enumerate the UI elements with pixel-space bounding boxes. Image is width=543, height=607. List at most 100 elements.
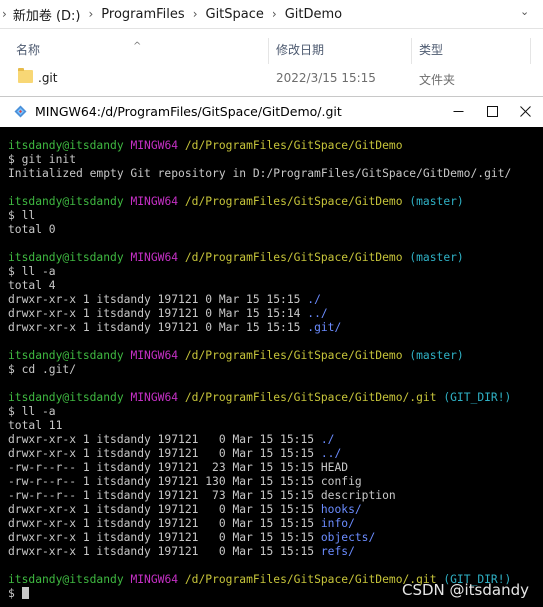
terminal-line: drwxr-xr-x 1 itsdandy 197121 0 Mar 15 15… xyxy=(8,531,543,545)
terminal-user-text: itsdandy@itsdandy xyxy=(8,573,124,586)
terminal-host-text: MINGW64 xyxy=(130,573,179,586)
terminal-user-text: itsdandy@itsdandy xyxy=(8,139,124,152)
address-bar[interactable]: › 新加卷 (D:) › ProgramFiles › GitSpace › G… xyxy=(0,0,543,29)
terminal-text: total 11 xyxy=(8,419,63,432)
terminal-line: drwxr-xr-x 1 itsdandy 197121 0 Mar 15 15… xyxy=(8,293,543,307)
terminal-text: drwxr-xr-x 1 itsdandy 197121 0 Mar 15 15… xyxy=(8,293,308,306)
terminal-path-text: /d/ProgramFiles/GitSpace/GitDemo/.git xyxy=(184,391,437,404)
terminal-text: drwxr-xr-x 1 itsdandy 197121 0 Mar 15 15… xyxy=(8,531,321,544)
terminal-text: $ ll -a xyxy=(8,405,56,418)
terminal-text: $ git init xyxy=(8,153,77,166)
terminal-host-text: MINGW64 xyxy=(130,139,179,152)
breadcrumb-gitdemo[interactable]: GitDemo xyxy=(285,7,342,22)
terminal-text: drwxr-xr-x 1 itsdandy 197121 0 Mar 15 15… xyxy=(8,307,308,320)
terminal-cursor xyxy=(21,587,29,599)
terminal-line: itsdandy@itsdandy MINGW64 /d/ProgramFile… xyxy=(8,195,543,209)
terminal-text: -rw-r--r-- 1 itsdandy 197121 73 Mar 15 1… xyxy=(8,489,396,502)
close-icon[interactable] xyxy=(514,101,536,121)
terminal-dir-text: ../ xyxy=(320,447,342,460)
mingw-logo-icon[interactable] xyxy=(14,105,27,118)
column-divider[interactable] xyxy=(268,38,269,64)
terminal-text: drwxr-xr-x 1 itsdandy 197121 0 Mar 15 15… xyxy=(8,433,321,446)
terminal-line: $ cd .git/ xyxy=(8,363,543,377)
chevron-right-icon[interactable]: › xyxy=(2,7,7,21)
terminal-host-text: MINGW64 xyxy=(130,251,179,264)
column-header-type[interactable]: 类型 xyxy=(419,41,443,58)
column-divider[interactable] xyxy=(530,38,531,64)
column-divider[interactable] xyxy=(411,38,412,64)
terminal-line: -rw-r--r-- 1 itsdandy 197121 73 Mar 15 1… xyxy=(8,489,543,503)
terminal-line: itsdandy@itsdandy MINGW64 /d/ProgramFile… xyxy=(8,349,543,363)
minimize-icon[interactable] xyxy=(447,101,469,121)
terminal-line: drwxr-xr-x 1 itsdandy 197121 0 Mar 15 15… xyxy=(8,545,543,559)
terminal-line: drwxr-xr-x 1 itsdandy 197121 0 Mar 15 15… xyxy=(8,433,543,447)
terminal-path-text: /d/ProgramFiles/GitSpace/GitDemo xyxy=(184,195,403,208)
terminal-branch-text: (master) xyxy=(409,349,464,362)
terminal-line: itsdandy@itsdandy MINGW64 /d/ProgramFile… xyxy=(8,251,543,265)
chevron-right-icon[interactable]: › xyxy=(88,7,93,21)
file-type: 文件夹 xyxy=(419,73,456,87)
terminal-line: drwxr-xr-x 1 itsdandy 197121 0 Mar 15 15… xyxy=(8,307,543,321)
chevron-right-icon[interactable]: › xyxy=(272,7,277,21)
terminal-line: $ ll xyxy=(8,209,543,223)
terminal-text: drwxr-xr-x 1 itsdandy 197121 0 Mar 15 15… xyxy=(8,321,308,334)
terminal-text: -rw-r--r-- 1 itsdandy 197121 130 Mar 15 … xyxy=(8,475,362,488)
breadcrumb-gitspace[interactable]: GitSpace xyxy=(206,7,264,22)
maximize-icon[interactable] xyxy=(481,101,503,121)
terminal-line: $ ll -a xyxy=(8,405,543,419)
chevron-right-icon[interactable]: › xyxy=(193,7,198,21)
terminal-branch-text: (master) xyxy=(409,251,464,264)
terminal-line: drwxr-xr-x 1 itsdandy 197121 0 Mar 15 15… xyxy=(8,321,543,335)
terminal-user-text: itsdandy@itsdandy xyxy=(8,195,124,208)
terminal-line: itsdandy@itsdandy MINGW64 /d/ProgramFile… xyxy=(8,391,543,405)
terminal-host-text: MINGW64 xyxy=(130,349,179,362)
watermark: CSDN @itsdandy xyxy=(401,581,529,599)
column-header-name[interactable]: 名称 xyxy=(16,41,40,58)
breadcrumb-drive[interactable]: 新加卷 (D:) xyxy=(13,5,81,24)
file-row[interactable]: .git 2022/3/15 15:15 文件夹 xyxy=(0,68,543,90)
folder-icon xyxy=(18,68,33,83)
terminal-text: total 0 xyxy=(8,223,56,236)
terminal-dir-text: hooks/ xyxy=(320,503,362,516)
terminal-user-text: itsdandy@itsdandy xyxy=(8,251,124,264)
terminal-host-text: MINGW64 xyxy=(130,391,179,404)
terminal-text: $ ll -a xyxy=(8,265,56,278)
terminal-text: drwxr-xr-x 1 itsdandy 197121 0 Mar 15 15… xyxy=(8,517,321,530)
terminal-lines: itsdandy@itsdandy MINGW64 /d/ProgramFile… xyxy=(8,139,543,601)
terminal-line: $ ll -a xyxy=(8,265,543,279)
terminal-dir-text: ./ xyxy=(320,433,335,446)
terminal-path-text: /d/ProgramFiles/GitSpace/GitDemo xyxy=(184,251,403,264)
terminal-user-text: itsdandy@itsdandy xyxy=(8,349,124,362)
terminal-text: drwxr-xr-x 1 itsdandy 197121 0 Mar 15 15… xyxy=(8,545,321,558)
terminal-line: total 0 xyxy=(8,223,543,237)
sort-ascending-icon: ^ xyxy=(133,41,142,52)
terminal-line: drwxr-xr-x 1 itsdandy 197121 0 Mar 15 15… xyxy=(8,517,543,531)
chevron-down-icon[interactable]: ⌄ xyxy=(520,5,529,18)
terminal-path-text: /d/ProgramFiles/GitSpace/GitDemo xyxy=(184,349,403,362)
file-name: .git xyxy=(38,71,58,85)
terminal-output[interactable]: itsdandy@itsdandy MINGW64 /d/ProgramFile… xyxy=(0,127,543,607)
terminal-line: drwxr-xr-x 1 itsdandy 197121 0 Mar 15 15… xyxy=(8,447,543,461)
column-header-modified[interactable]: 修改日期 xyxy=(276,41,324,58)
terminal-branch-text: (master) xyxy=(409,195,464,208)
terminal-text: -rw-r--r-- 1 itsdandy 197121 23 Mar 15 1… xyxy=(8,461,349,474)
terminal-text: total 4 xyxy=(8,279,56,292)
breadcrumb-programfiles[interactable]: ProgramFiles xyxy=(101,7,184,22)
terminal-text: drwxr-xr-x 1 itsdandy 197121 0 Mar 15 15… xyxy=(8,447,321,460)
terminal-dir-text: .git/ xyxy=(307,321,342,334)
terminal-line: -rw-r--r-- 1 itsdandy 197121 23 Mar 15 1… xyxy=(8,461,543,475)
terminal-text: $ ll xyxy=(8,209,36,222)
terminal-user-text: itsdandy@itsdandy xyxy=(8,391,124,404)
terminal-dir-text: objects/ xyxy=(320,531,376,544)
file-explorer-window: › 新加卷 (D:) › ProgramFiles › GitSpace › G… xyxy=(0,0,543,100)
terminal-titlebar[interactable]: MINGW64:/d/ProgramFiles/GitSpace/GitDemo… xyxy=(0,96,543,127)
terminal-line: itsdandy@itsdandy MINGW64 /d/ProgramFile… xyxy=(8,139,543,153)
